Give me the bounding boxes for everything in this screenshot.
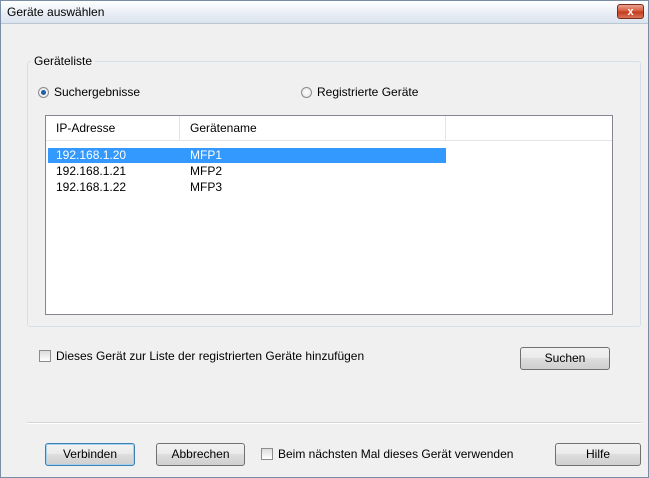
row-ip: 192.168.1.21 — [56, 164, 127, 178]
close-icon: x — [627, 6, 634, 18]
row-name: MFP3 — [190, 180, 223, 194]
add-to-registered-label: Dieses Gerät zur Liste der registrierten… — [56, 349, 365, 363]
column-header-name[interactable]: Gerätename — [180, 116, 446, 140]
connect-button[interactable]: Verbinden — [45, 443, 135, 466]
add-to-registered-checkbox[interactable]: Dieses Gerät zur Liste der registrierten… — [39, 349, 364, 363]
checkbox-unchecked-icon — [39, 350, 51, 362]
use-next-time-label: Beim nächsten Mal dieses Gerät verwenden — [278, 447, 514, 461]
list-header: IP-Adresse Gerätename — [46, 116, 612, 141]
radio-registered-devices[interactable]: Registrierte Geräte — [301, 85, 418, 99]
row-ip: 192.168.1.22 — [56, 180, 127, 194]
window-title: Geräte auswählen — [7, 5, 105, 19]
radio-checked-icon — [38, 86, 49, 98]
table-row[interactable]: 192.168.1.20 MFP1 — [48, 148, 446, 163]
row-ip: 192.168.1.20 — [56, 148, 127, 162]
table-row[interactable]: 192.168.1.21 MFP2 — [48, 164, 446, 179]
close-button[interactable]: x — [617, 4, 644, 19]
use-next-time-checkbox[interactable]: Beim nächsten Mal dieses Gerät verwenden — [261, 447, 513, 461]
help-button[interactable]: Hilfe — [555, 443, 641, 466]
row-name: MFP2 — [190, 164, 223, 178]
search-button[interactable]: Suchen — [520, 347, 610, 370]
cancel-button[interactable]: Abbrechen — [156, 443, 245, 466]
radio-registered-devices-label: Registrierte Geräte — [317, 85, 419, 99]
table-row[interactable]: 192.168.1.22 MFP3 — [48, 180, 446, 195]
device-list[interactable]: IP-Adresse Gerätename 192.168.1.20 MFP1 … — [45, 115, 613, 315]
row-name: MFP1 — [190, 148, 223, 162]
title-bar[interactable]: Geräte auswählen x — [1, 1, 648, 24]
radio-unchecked-icon — [301, 86, 312, 98]
radio-search-results[interactable]: Suchergebnisse — [38, 85, 140, 99]
column-header-ip[interactable]: IP-Adresse — [46, 116, 180, 140]
radio-search-results-label: Suchergebnisse — [54, 85, 141, 99]
device-list-legend: Geräteliste — [31, 54, 96, 68]
device-select-dialog: Geräte auswählen x Geräteliste Suchergeb… — [0, 0, 649, 478]
checkbox-unchecked-icon — [261, 448, 273, 460]
separator-line — [27, 422, 641, 424]
